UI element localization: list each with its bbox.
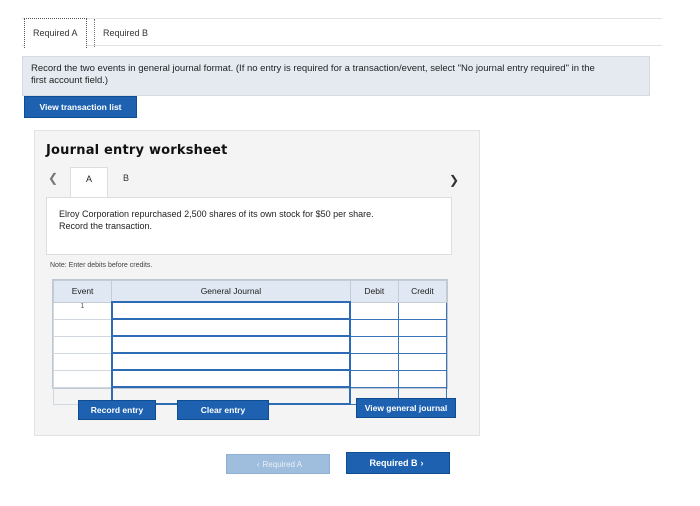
credit-input[interactable] <box>397 335 448 354</box>
prev-required-button[interactable]: ‹ Required A <box>226 454 330 474</box>
next-label: Required B <box>369 458 418 468</box>
table-row: 1 <box>52 301 448 320</box>
table-row <box>52 318 448 337</box>
debit-input[interactable] <box>349 369 399 388</box>
event-cell <box>52 369 113 388</box>
scenario-line-1: Elroy Corporation repurchased 2,500 shar… <box>59 209 374 219</box>
next-required-button[interactable]: Required B › <box>346 452 450 474</box>
instructions-box: Record the two events in general journal… <box>22 56 650 96</box>
event-cell <box>52 335 113 354</box>
clear-entry-button[interactable]: Clear entry <box>177 400 269 420</box>
tab-required-a[interactable]: Required A <box>24 18 87 48</box>
account-input[interactable] <box>110 301 352 320</box>
transaction-description: Elroy Corporation repurchased 2,500 shar… <box>46 197 452 255</box>
account-input[interactable] <box>110 352 352 371</box>
instructions-line-2: first account field.) <box>31 75 109 86</box>
table-row <box>52 335 448 354</box>
event-cell <box>52 318 113 337</box>
table-row <box>52 352 448 371</box>
requirement-tabs: Required A Required B <box>22 18 662 48</box>
header-credit: Credit <box>397 280 448 303</box>
instructions-line-1: Record the two events in general journal… <box>31 63 595 74</box>
debit-input[interactable] <box>349 318 399 337</box>
chevron-right-icon: › <box>420 458 424 468</box>
credit-input[interactable] <box>397 318 448 337</box>
scenario-line-2: Record the transaction. <box>59 221 153 231</box>
tab-required-b[interactable]: Required B <box>94 19 156 47</box>
debit-input[interactable] <box>349 301 399 320</box>
table-row <box>52 369 448 388</box>
view-transaction-list-button[interactable]: View transaction list <box>24 96 137 118</box>
view-general-journal-button[interactable]: View general journal <box>356 398 456 418</box>
event-number: 1 <box>52 301 113 320</box>
credit-input[interactable] <box>397 369 448 388</box>
debit-input[interactable] <box>349 352 399 371</box>
chevron-left-icon[interactable]: ❮ <box>48 171 62 185</box>
credit-input[interactable] <box>397 301 448 320</box>
journal-entry-table: Event General Journal Debit Credit 1 <box>52 279 448 405</box>
prev-label: Required A <box>262 460 303 469</box>
credit-input[interactable] <box>397 352 448 371</box>
debit-input[interactable] <box>349 335 399 354</box>
account-input[interactable] <box>110 369 352 388</box>
header-general-journal: General Journal <box>111 280 351 303</box>
account-input[interactable] <box>110 335 352 354</box>
worksheet-title: Journal entry worksheet <box>46 143 228 158</box>
event-cell <box>52 352 113 371</box>
account-input[interactable] <box>110 318 352 337</box>
header-event: Event <box>52 280 113 303</box>
worksheet-tab-a[interactable]: A <box>70 167 108 197</box>
debits-credits-note: Note: Enter debits before credits. <box>50 262 153 269</box>
header-debit: Debit <box>349 280 399 303</box>
worksheet-tab-b[interactable]: B <box>114 167 138 191</box>
record-entry-button[interactable]: Record entry <box>78 400 156 420</box>
chevron-left-icon: ‹ <box>256 460 260 469</box>
chevron-right-icon[interactable]: ❯ <box>449 173 463 187</box>
